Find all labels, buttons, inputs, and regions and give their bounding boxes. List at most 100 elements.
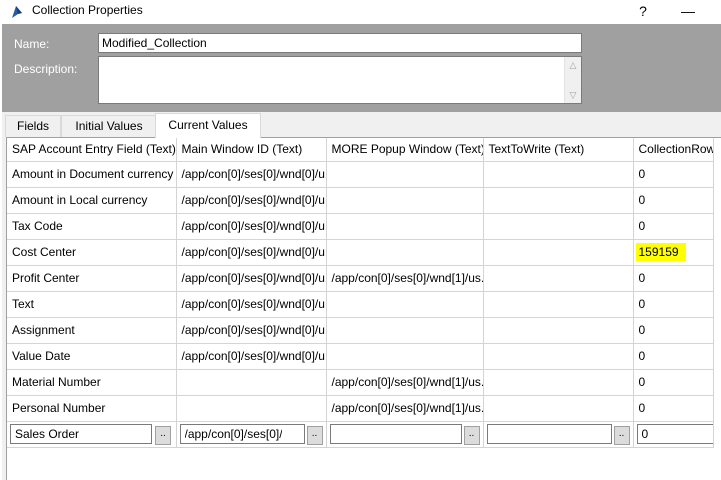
cell-text-input[interactable] (329, 424, 462, 444)
table-cell[interactable]: /app/con[0]/ses[0]/wnd[0]/u... (176, 213, 327, 240)
table-cell[interactable]: Personal Number (7, 395, 177, 422)
column-header[interactable]: Main Window ID (Text) (176, 138, 327, 162)
table-cell[interactable] (176, 369, 327, 396)
table-cell[interactable]: /app/con[0]/ses[0]/wnd[1]/us... (326, 369, 484, 396)
table-cell[interactable]: 0 (633, 187, 714, 214)
window-title: Collection Properties (32, 3, 143, 17)
cell-text-input[interactable] (486, 424, 612, 444)
edit-cell[interactable]: .. (483, 421, 634, 448)
table-cell[interactable]: /app/con[0]/ses[0]/wnd[0]/u... (176, 265, 327, 292)
table-cell[interactable] (326, 161, 484, 188)
table-cell[interactable] (326, 213, 484, 240)
table-cell[interactable] (483, 317, 634, 344)
table-cell[interactable] (483, 395, 634, 422)
app-icon (12, 6, 22, 18)
table-cell[interactable]: /app/con[0]/ses[0]/wnd[0]/u... (176, 291, 327, 318)
table-cell[interactable]: Profit Center (7, 265, 177, 292)
table-cell[interactable]: Amount in Local currency (7, 187, 177, 214)
column-header[interactable]: MORE Popup Window (Text) (326, 138, 484, 162)
current-values-grid[interactable]: SAP Account Entry Field (Text) Main Wind… (6, 137, 721, 480)
table-row[interactable]: Assignment/app/con[0]/ses[0]/wnd[0]/u...… (7, 317, 714, 344)
table-cell[interactable]: Amount in Document currency (7, 161, 177, 188)
table-cell[interactable]: 0 (633, 291, 714, 318)
table-cell[interactable]: Tax Code (7, 213, 177, 240)
table-row[interactable]: Text/app/con[0]/ses[0]/wnd[0]/u... 0 (7, 291, 714, 318)
table-cell[interactable] (326, 317, 484, 344)
table-cell[interactable] (483, 369, 634, 396)
new-row-editor[interactable]: Sales Order../app/con[0]/ses[0]/wnd[....… (7, 421, 714, 448)
table-cell[interactable] (326, 291, 484, 318)
tab-current-values[interactable]: Current Values (155, 113, 261, 138)
table-cell[interactable]: /app/con[0]/ses[0]/wnd[0]/u... (176, 317, 327, 344)
table-cell[interactable]: Value Date (7, 343, 177, 370)
table-cell[interactable]: /app/con[0]/ses[0]/wnd[0]/u... (176, 239, 327, 266)
values-table: SAP Account Entry Field (Text) Main Wind… (7, 138, 714, 448)
table-cell[interactable] (326, 239, 484, 266)
cell-text-input[interactable]: Sales Order (10, 424, 152, 444)
help-button[interactable]: ? (628, 0, 658, 24)
cell-input-value: Sales Order (15, 427, 80, 441)
table-cell[interactable]: Cost Center (7, 239, 177, 266)
tab-fields[interactable]: Fields (5, 115, 61, 137)
table-cell[interactable] (483, 239, 634, 266)
table-cell[interactable] (326, 187, 484, 214)
table-cell[interactable]: Material Number (7, 369, 177, 396)
table-cell[interactable] (483, 291, 634, 318)
table-cell[interactable]: 0 (633, 369, 714, 396)
table-row[interactable]: Personal Number/app/con[0]/ses[0]/wnd[1]… (7, 395, 714, 422)
table-row[interactable]: Material Number/app/con[0]/ses[0]/wnd[1]… (7, 369, 714, 396)
table-cell[interactable] (483, 265, 634, 292)
table-cell[interactable] (483, 343, 634, 370)
table-cell[interactable]: 0 (633, 343, 714, 370)
name-input[interactable]: Modified_Collection (98, 33, 582, 53)
cell-input-value: /app/con[0]/ses[0]/wnd[ (184, 427, 282, 441)
table-cell[interactable]: /app/con[0]/ses[0]/wnd[1]/us... (326, 395, 484, 422)
highlighted-value: 159159 (635, 243, 686, 261)
table-row[interactable]: Value Date/app/con[0]/ses[0]/wnd[0]/u...… (7, 343, 714, 370)
header-row: SAP Account Entry Field (Text) Main Wind… (7, 138, 714, 162)
table-cell[interactable]: /app/con[0]/ses[0]/wnd[0]/u... (176, 161, 327, 188)
table-cell[interactable]: /app/con[0]/ses[0]/wnd[0]/u... (176, 187, 327, 214)
table-cell[interactable]: Text (7, 291, 177, 318)
edit-cell[interactable]: /app/con[0]/ses[0]/wnd[.. (176, 421, 327, 448)
table-cell[interactable]: 0 (633, 395, 714, 422)
scroll-down-icon[interactable]: ▽ (565, 88, 581, 102)
table-cell[interactable]: /app/con[0]/ses[0]/wnd[1]/us... (326, 265, 484, 292)
table-cell[interactable] (483, 213, 634, 240)
table-cell[interactable]: /app/con[0]/ses[0]/wnd[0]/u... (176, 343, 327, 370)
ellipsis-button[interactable]: .. (613, 425, 630, 445)
table-cell[interactable]: 0 (633, 213, 714, 240)
collection-row-input[interactable]: 0 (636, 424, 712, 444)
table-row[interactable]: Amount in Document currency/app/con[0]/s… (7, 161, 714, 188)
ellipsis-button[interactable]: .. (155, 425, 171, 445)
description-input[interactable]: △ ▽ (98, 56, 582, 104)
table-cell[interactable] (483, 187, 634, 214)
table-row[interactable]: Amount in Local currency/app/con[0]/ses[… (7, 187, 714, 214)
edit-cell[interactable]: Sales Order.. (7, 421, 177, 448)
table-cell[interactable]: 0 (633, 317, 714, 344)
edit-cell[interactable]: 0 (633, 421, 714, 448)
ellipsis-button[interactable]: .. (463, 425, 480, 445)
table-cell[interactable]: 0 (633, 161, 714, 188)
cell-text-input[interactable]: /app/con[0]/ses[0]/wnd[ (179, 424, 305, 444)
table-row[interactable]: Profit Center/app/con[0]/ses[0]/wnd[0]/u… (7, 265, 714, 292)
table-cell[interactable] (483, 161, 634, 188)
table-cell[interactable]: Assignment (7, 317, 177, 344)
description-label: Description: (14, 62, 78, 76)
table-cell[interactable] (176, 395, 327, 422)
scroll-up-icon[interactable]: △ (565, 58, 581, 72)
properties-header: Name: Modified_Collection Description: △… (2, 24, 721, 112)
table-row[interactable]: Cost Center/app/con[0]/ses[0]/wnd[0]/u..… (7, 239, 714, 266)
tab-initial-values[interactable]: Initial Values (61, 115, 157, 137)
column-header[interactable]: CollectionRow (633, 138, 714, 162)
description-scrollbar[interactable]: △ ▽ (564, 57, 581, 103)
edit-cell[interactable]: .. (326, 421, 484, 448)
column-header[interactable]: TextToWrite (Text) (483, 138, 634, 162)
minimize-button[interactable]: — (673, 0, 703, 24)
table-cell[interactable]: 0 (633, 265, 714, 292)
ellipsis-button[interactable]: .. (306, 425, 323, 445)
column-header[interactable]: SAP Account Entry Field (Text) (7, 138, 177, 162)
table-cell[interactable]: 159159 (633, 239, 714, 266)
table-row[interactable]: Tax Code/app/con[0]/ses[0]/wnd[0]/u... 0 (7, 213, 714, 240)
table-cell[interactable] (326, 343, 484, 370)
